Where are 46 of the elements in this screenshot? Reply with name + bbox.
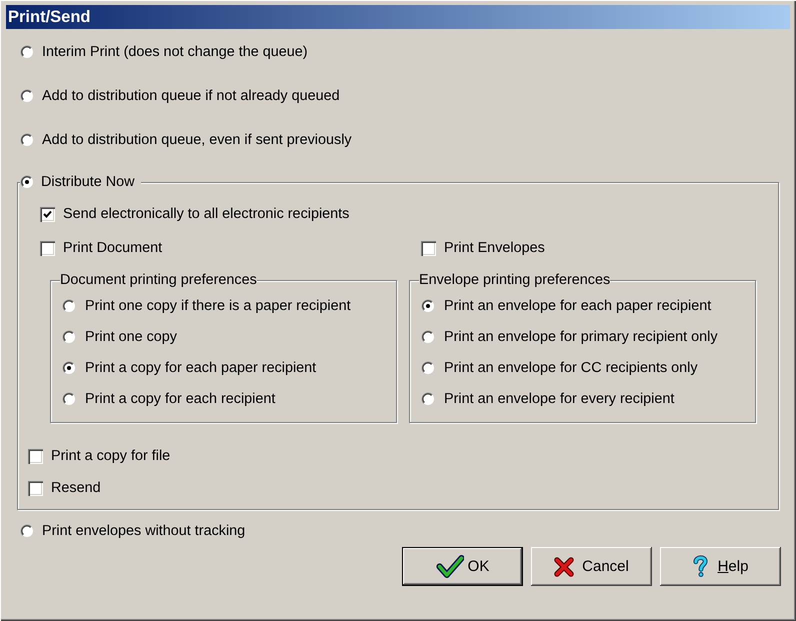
radio-button[interactable]	[421, 392, 435, 406]
checkbox[interactable]	[28, 448, 43, 464]
checkbox-label: Resend	[51, 479, 101, 497]
radio-button[interactable]	[20, 133, 34, 147]
radio-button[interactable]	[62, 361, 76, 375]
checkbox-label: Send electronically to all electronic recipients	[63, 205, 350, 223]
radio-label: Interim Print (does not change the queue)	[42, 43, 308, 61]
checkmark-icon	[43, 210, 52, 218]
question-mark-icon	[692, 555, 708, 578]
radio-label: Add to distribution queue, even if sent previously	[42, 131, 352, 149]
help-button[interactable]: Help	[660, 547, 781, 586]
radio-button[interactable]	[421, 299, 435, 313]
radio-label: Distribute Now	[41, 173, 135, 191]
radio-label: Print an envelope for CC recipients only	[444, 359, 698, 377]
radio-label: Print an envelope for every recipient	[444, 390, 674, 408]
checkbox-label: Print a copy for file	[51, 447, 170, 465]
radio-label: Print one copy	[85, 328, 177, 346]
ok-button[interactable]: OK	[402, 547, 523, 586]
radio-button[interactable]	[20, 45, 34, 59]
radio-button[interactable]	[421, 330, 435, 344]
radio-button[interactable]	[20, 524, 34, 538]
radio-label: Print envelopes without tracking	[42, 522, 246, 540]
check-icon	[436, 555, 464, 578]
radio-label: Print one copy if there is a paper recipient	[85, 297, 351, 315]
radio-button[interactable]	[62, 392, 76, 406]
radio-label: Print a copy for each paper recipient	[85, 359, 316, 377]
window-title: Print/Send	[8, 8, 91, 26]
cross-icon	[554, 556, 574, 576]
checkbox[interactable]	[421, 240, 436, 256]
radio-button[interactable]	[20, 175, 34, 189]
radio-label: Print an envelope for primary recipient only	[444, 328, 718, 346]
group-title: Document printing preferences	[60, 271, 257, 289]
group-title: Envelope printing preferences	[419, 271, 610, 289]
checkbox-label: Print Envelopes	[444, 239, 545, 257]
radio-button[interactable]	[62, 330, 76, 344]
checkbox-label: Print Document	[63, 239, 162, 257]
radio-button[interactable]	[421, 361, 435, 375]
radio-label: Print a copy for each recipient	[85, 390, 276, 408]
radio-button[interactable]	[62, 299, 76, 313]
radio-label: Add to distribution queue if not already queued	[42, 87, 340, 105]
cancel-button[interactable]: Cancel	[531, 547, 652, 586]
checkbox[interactable]	[40, 240, 55, 256]
checkbox[interactable]	[28, 480, 43, 496]
checkbox[interactable]	[40, 206, 55, 222]
radio-label: Print an envelope for each paper recipient	[444, 297, 712, 315]
radio-button[interactable]	[20, 89, 34, 103]
